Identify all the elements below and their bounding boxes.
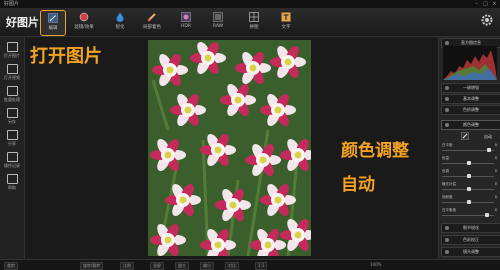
section-color-adjust[interactable]: 颜色调整 (441, 120, 500, 130)
slider-label: 饱和度 (442, 195, 453, 199)
slider-row[interactable]: 色调 0 (442, 169, 498, 180)
slider-knob[interactable] (487, 148, 491, 152)
help-icon (6, 174, 18, 184)
hdr-icon (181, 12, 191, 22)
collapse-dot-icon (445, 250, 449, 254)
slider-knob[interactable] (484, 213, 489, 217)
filter-icon (79, 12, 89, 22)
tool-raw-button[interactable]: RAW (206, 10, 230, 34)
slider-value: 0 (494, 169, 497, 173)
section-color-correct[interactable]: 色彩校正 (441, 235, 500, 245)
tulip-image (148, 40, 311, 256)
tulip-photo (148, 40, 311, 256)
tool-filter-button[interactable]: 滤镜/效果 (72, 10, 96, 34)
auto-button[interactable]: 自动 (484, 134, 492, 140)
video-icon (6, 64, 18, 74)
section-one-click-enhance[interactable]: 一键增强 (441, 83, 500, 93)
maximize-icon[interactable]: □ (483, 0, 488, 8)
section-lens-adjust[interactable]: 镜头调整 (441, 247, 500, 257)
color-picker-icon[interactable] (461, 132, 469, 140)
folder-icon (6, 42, 18, 52)
tool-edit-button[interactable]: 编辑 (40, 10, 66, 36)
sidebar-history[interactable]: 操作记录 (2, 151, 22, 171)
slider-knob[interactable] (467, 161, 471, 165)
slider-knob[interactable] (467, 174, 471, 178)
slider-value: 0 (494, 156, 497, 160)
sidebar-open-video[interactable]: 打开视频 (2, 63, 22, 83)
collapse-dot-icon (445, 97, 449, 101)
tool-sharpen-button[interactable]: 锐化 (108, 10, 132, 34)
slider-row[interactable]: 曝光补偿 0 (442, 182, 498, 193)
section-basic-adjust[interactable]: 基本调整 (441, 94, 500, 104)
collapse-dot-icon (445, 123, 449, 127)
share-icon (6, 130, 18, 140)
batch-icon (6, 86, 18, 96)
brush-icon (147, 13, 156, 22)
section-detail-sharpen[interactable]: 细节锐化 (441, 223, 500, 233)
annotation-open-image: 打开图片 (30, 46, 102, 67)
collage-icon (249, 12, 259, 22)
raw-icon (213, 12, 223, 22)
sidebar-share[interactable]: 分享 (2, 129, 22, 149)
history-icon (6, 152, 18, 162)
text-icon (281, 12, 291, 22)
main-toolbar: 好图片 编辑 滤镜/效果 锐化 局部着色 HDR RAW 拼图 文字 (0, 8, 500, 37)
slider-label: 曝光补偿 (442, 182, 456, 186)
annotation-auto: 自动 (341, 175, 375, 195)
histogram-chart (443, 46, 497, 80)
slider-knob[interactable] (467, 200, 471, 204)
gear-icon[interactable] (480, 13, 494, 27)
slider-row[interactable]: 色温 0 (442, 156, 498, 167)
window-controls: – □ × (474, 0, 497, 8)
window-title: 好图片 (4, 1, 20, 7)
title-bar: 好图片 – □ × (0, 0, 500, 8)
sidebar-open-image[interactable]: 打开图片 (2, 41, 22, 61)
tool-local-color-button[interactable]: 局部着色 (140, 10, 164, 34)
tool-text-button[interactable]: 文字 (274, 10, 298, 34)
collapse-dot-icon (445, 238, 449, 242)
slider-label: 白平衡值 (442, 208, 456, 212)
collapse-dot-icon (445, 86, 449, 90)
drop-icon (116, 12, 124, 22)
close-icon[interactable]: × (492, 0, 497, 8)
slider-label: 白平衡 (442, 143, 453, 147)
slider-knob[interactable] (467, 187, 471, 191)
sidebar-save-as[interactable]: 另存 (2, 107, 22, 127)
minimize-icon[interactable]: – (474, 0, 479, 8)
slider-label: 色温 (442, 156, 449, 160)
tool-collage-button[interactable]: 拼图 (242, 10, 266, 34)
edit-icon (48, 13, 58, 23)
status-bar: 裁剪 旋转/翻转 比例 全屏 放大 缩小 对比 1:1 100% (0, 259, 500, 270)
collapse-dot-icon (445, 108, 449, 112)
slider-label: 色调 (442, 169, 449, 173)
sidebar-batch[interactable]: 批量处理 (2, 85, 22, 105)
slider-value: 0 (494, 195, 497, 199)
slider-value: 0 (494, 182, 497, 186)
collapse-dot-icon (445, 41, 449, 45)
sidebar-help[interactable]: 帮助 (2, 173, 22, 193)
tool-hdr-button[interactable]: HDR (174, 10, 198, 34)
slider-row[interactable]: 白平衡 0 (442, 143, 498, 154)
slider-row[interactable]: 白平衡值 0 (442, 208, 498, 219)
app-logo: 好图片 (6, 16, 39, 29)
collapse-dot-icon (445, 226, 449, 230)
right-panel: 直方图信息 一键增强 基本调整 色阶调整 颜色调整 自动 白平衡 0 色温 0 色调 0 曝… (438, 37, 500, 259)
save-icon (6, 108, 18, 118)
slider-value: 0 (494, 143, 497, 147)
section-levels[interactable]: 色阶调整 (441, 105, 500, 115)
slider-row[interactable]: 饱和度 0 (442, 195, 498, 206)
slider-value: 0 (494, 208, 497, 212)
zoom-level: 100% (370, 262, 382, 267)
annotation-color-adjust: 颜色调整 (341, 141, 409, 161)
left-sidebar: 打开图片 打开视频 批量处理 另存 分享 操作记录 帮助 (0, 37, 25, 259)
